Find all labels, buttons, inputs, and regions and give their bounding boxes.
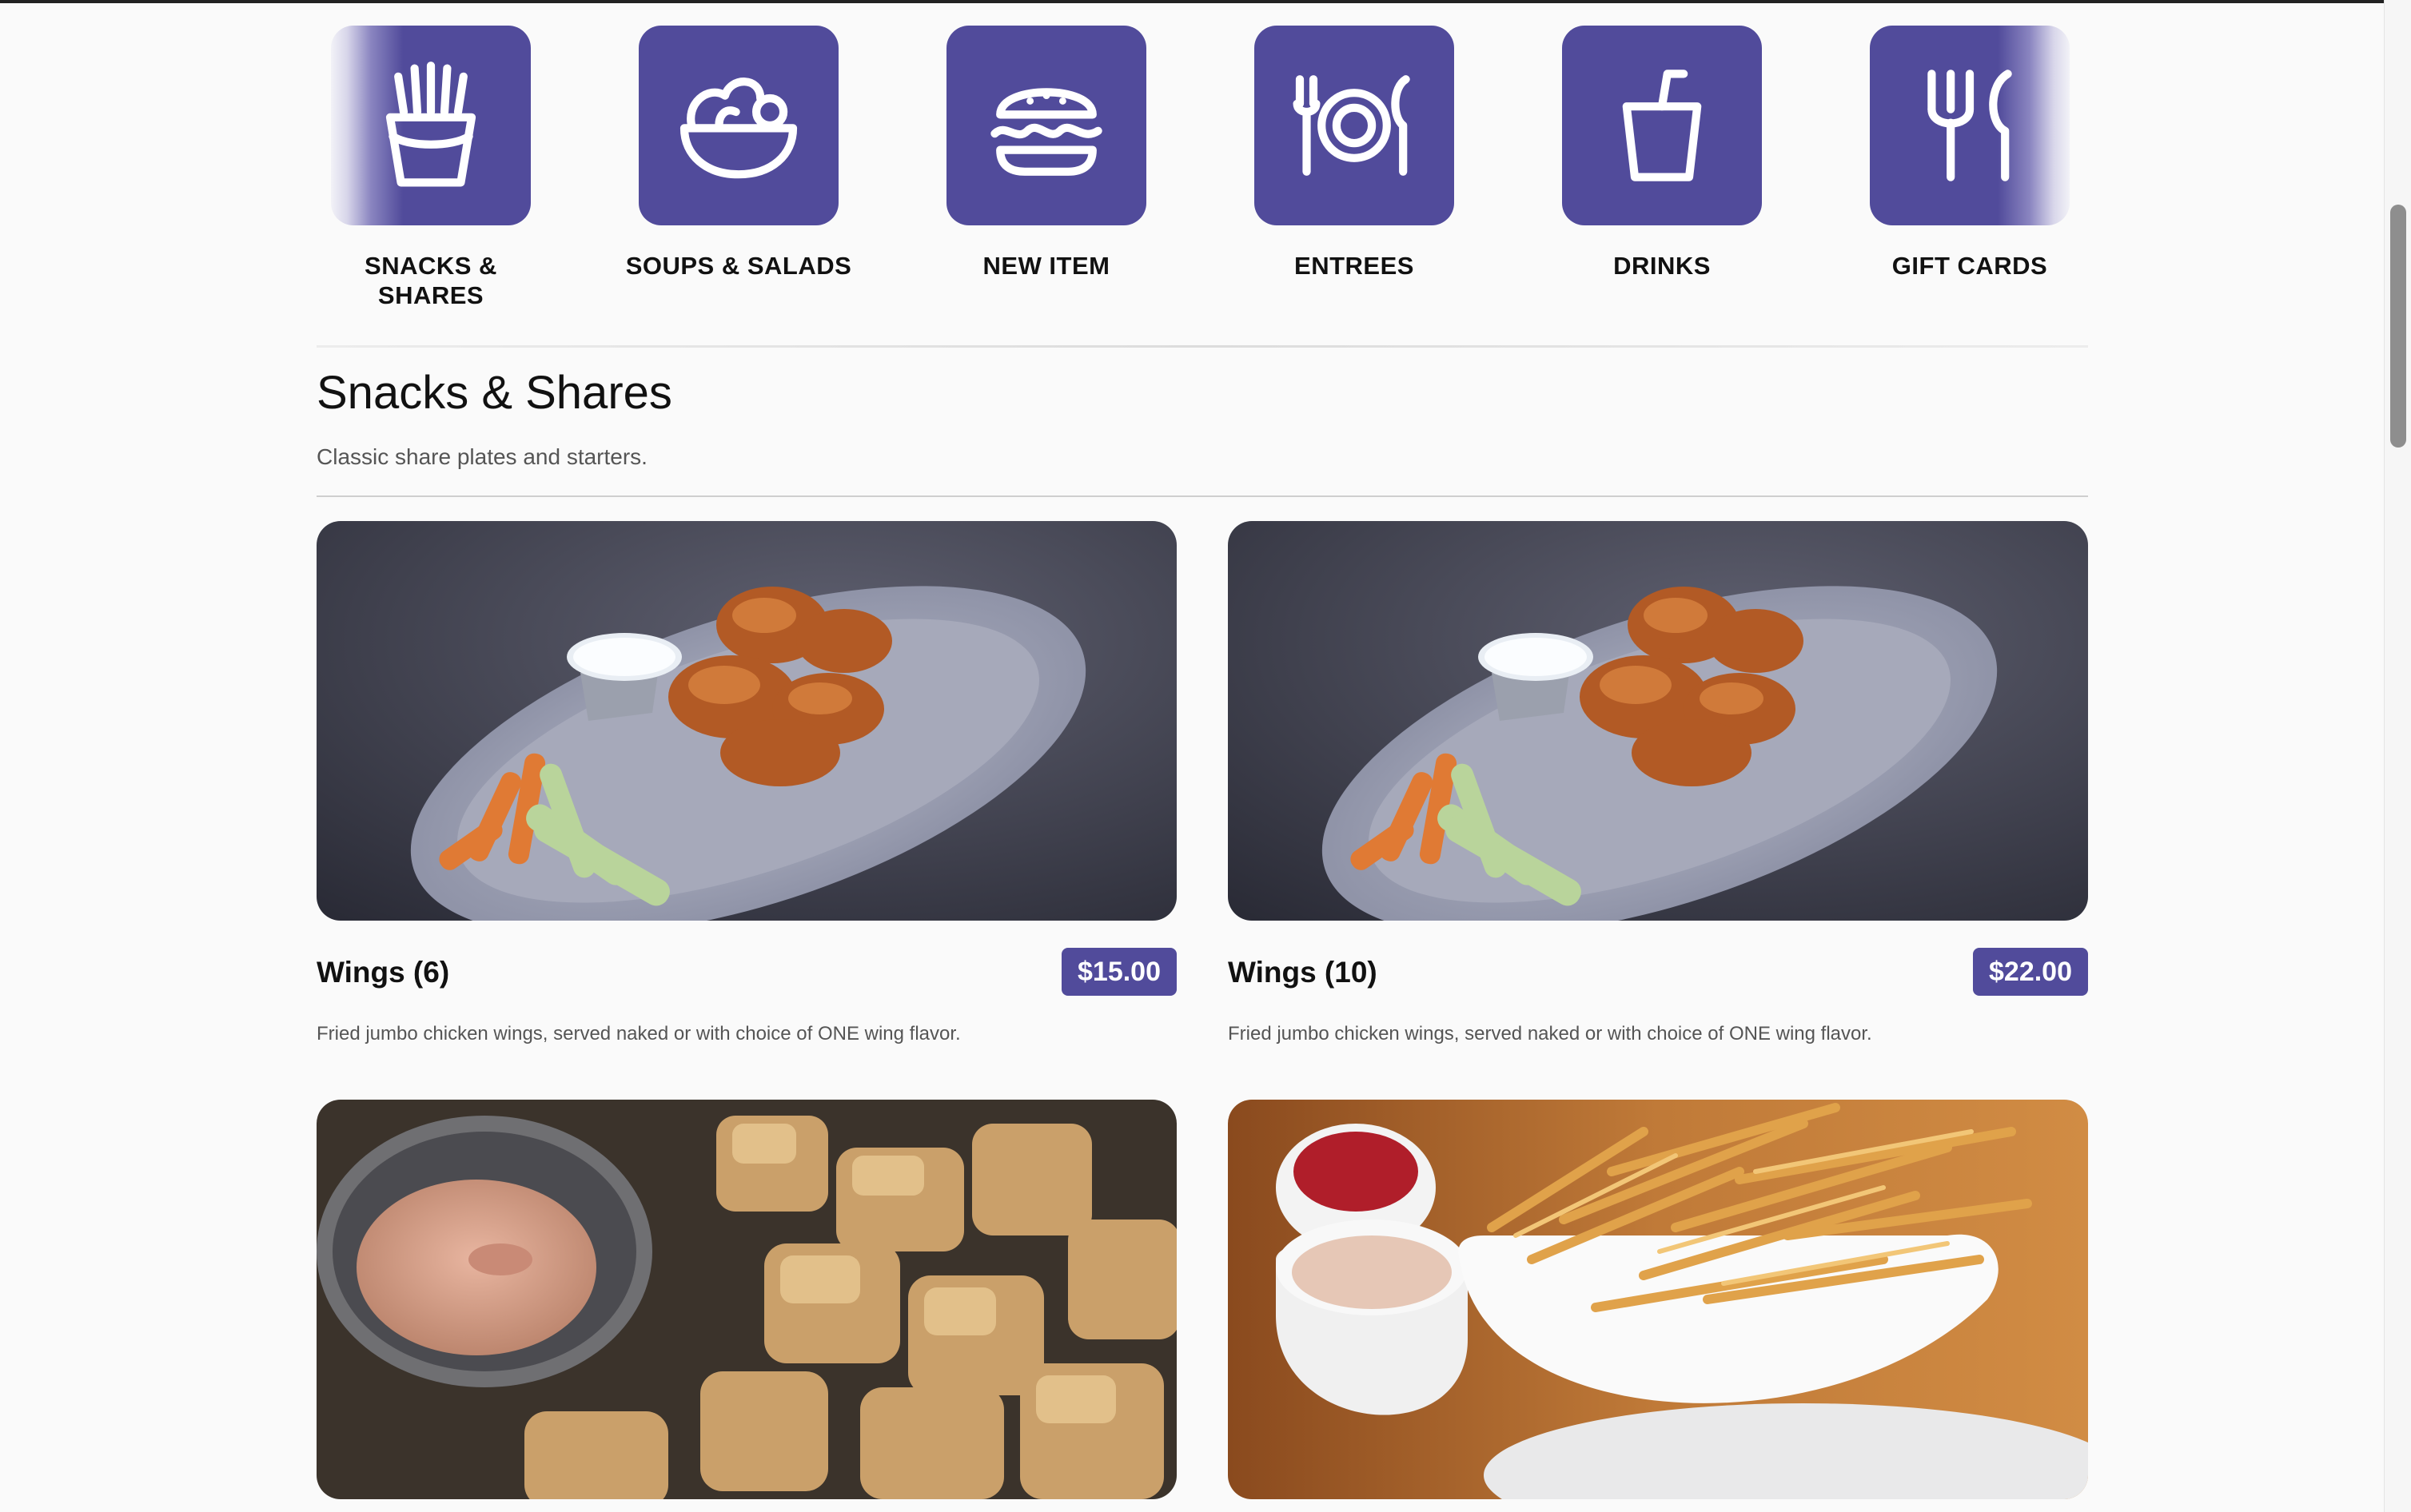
category-soups-salads[interactable]: SOUPS & SALADS bbox=[626, 26, 851, 280]
section-description: Classic share plates and starters. bbox=[317, 444, 648, 469]
menu-item-card[interactable] bbox=[317, 1100, 1177, 1499]
item-name: Wings (6) bbox=[317, 956, 450, 989]
category-label: GIFT CARDS bbox=[1891, 252, 2048, 280]
plate-fork-knife-icon bbox=[1293, 75, 1410, 176]
wings-image bbox=[317, 521, 1177, 921]
fries-image bbox=[1228, 1100, 2088, 1499]
burger-icon bbox=[990, 88, 1102, 176]
category-snacks-shares[interactable]: SNACKS & SHARES bbox=[331, 26, 531, 309]
menu-item-card[interactable]: Wings (6) $15.00 Fried jumbo chicken win… bbox=[317, 521, 1177, 1044]
category-label: SOUPS & SALADS bbox=[625, 252, 852, 280]
nav-divider bbox=[317, 345, 2088, 348]
menu-page: SNACKS & SHARES SOUPS & SALADS NEW ITEM … bbox=[0, 0, 2411, 1512]
category-label: NEW ITEM bbox=[982, 252, 1110, 280]
category-nav: SNACKS & SHARES SOUPS & SALADS NEW ITEM … bbox=[317, 0, 2088, 352]
category-drinks[interactable]: DRINKS bbox=[1562, 26, 1762, 280]
menu-item-card[interactable] bbox=[1228, 1100, 2088, 1499]
section-title: Snacks & Shares bbox=[317, 367, 672, 419]
wings-image bbox=[1228, 521, 2088, 921]
price-badge: $15.00 bbox=[1062, 948, 1177, 996]
tots-photo[interactable] bbox=[317, 1100, 1177, 1499]
category-label: DRINKS bbox=[1613, 252, 1711, 280]
category-tile[interactable] bbox=[639, 26, 839, 225]
wings-photo[interactable] bbox=[317, 521, 1177, 921]
item-description: Fried jumbo chicken wings, served naked … bbox=[317, 1023, 961, 1044]
item-name: Wings (10) bbox=[1228, 956, 1377, 989]
category-entrees[interactable]: ENTREES bbox=[1254, 26, 1454, 280]
fries-photo[interactable] bbox=[1228, 1100, 2088, 1499]
salad-bowl-icon bbox=[679, 78, 798, 179]
tots-image bbox=[317, 1100, 1177, 1499]
category-tile[interactable] bbox=[331, 26, 531, 225]
category-label: SNACKS & SHARES bbox=[365, 252, 497, 309]
category-tile[interactable] bbox=[1870, 26, 2070, 225]
menu-item-card[interactable]: Wings (10) $22.00 Fried jumbo chicken wi… bbox=[1228, 521, 2088, 1044]
price-badge: $22.00 bbox=[1973, 948, 2088, 996]
fries-icon bbox=[385, 62, 476, 187]
scrollbar-thumb[interactable] bbox=[2390, 205, 2406, 448]
category-new-item[interactable]: NEW ITEM bbox=[946, 26, 1146, 280]
section-divider bbox=[317, 495, 2088, 497]
category-tile[interactable] bbox=[1254, 26, 1454, 225]
category-tile[interactable] bbox=[946, 26, 1146, 225]
category-tile[interactable] bbox=[1562, 26, 1762, 225]
drink-cup-icon bbox=[1622, 70, 1702, 181]
item-description: Fried jumbo chicken wings, served naked … bbox=[1228, 1023, 1872, 1044]
fork-knife-icon bbox=[1927, 70, 2012, 181]
category-label: ENTREES bbox=[1294, 252, 1414, 280]
category-gift-cards[interactable]: GIFT CARDS bbox=[1870, 26, 2070, 280]
wings-photo[interactable] bbox=[1228, 521, 2088, 921]
